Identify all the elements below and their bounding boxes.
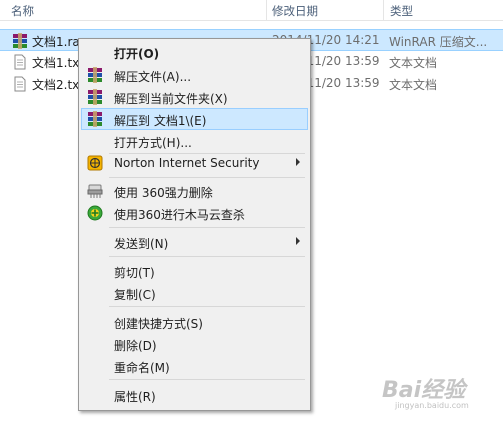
winrar-archive-icon <box>13 33 27 49</box>
menu-item-open-with[interactable]: 打开方式(H)... <box>81 130 308 152</box>
menu-item-label: 解压到当前文件夹(X) <box>114 92 228 106</box>
menu-separator <box>109 256 305 257</box>
column-header-bar: 名称 修改日期 类型 <box>0 0 503 21</box>
menu-item-label: 解压到 文档1\(E) <box>114 114 207 128</box>
menu-item-cut[interactable]: 剪切(T) <box>81 260 308 282</box>
menu-item-extract-files[interactable]: 解压文件(A)... <box>81 64 308 86</box>
menu-item-extract-here[interactable]: 解压到当前文件夹(X) <box>81 86 308 108</box>
menu-separator <box>109 379 305 380</box>
menu-item-label: 删除(D) <box>114 339 157 353</box>
submenu-arrow-icon <box>296 237 300 245</box>
winrar-icon <box>88 111 102 127</box>
menu-separator <box>109 306 305 307</box>
watermark-url: jingyan.baidu.com <box>395 401 469 410</box>
menu-item-label: 使用 360强力删除 <box>114 186 213 200</box>
menu-item-copy[interactable]: 复制(C) <box>81 282 308 304</box>
column-divider[interactable] <box>266 0 267 20</box>
submenu-arrow-icon <box>296 158 300 166</box>
context-menu: 打开(O) 解压文件(A)... 解压到当前文件夹(X) 解压到 文档1\(E)… <box>78 38 311 411</box>
column-divider[interactable] <box>383 0 384 20</box>
menu-item-create-shortcut[interactable]: 创建快捷方式(S) <box>81 311 308 333</box>
menu-item-label: Norton Internet Security <box>114 156 260 170</box>
menu-item-label: 创建快捷方式(S) <box>114 317 203 331</box>
menu-item-properties[interactable]: 属性(R) <box>81 384 308 406</box>
column-name-header[interactable]: 名称 <box>11 3 34 19</box>
menu-item-label: 复制(C) <box>114 288 156 302</box>
menu-item-label: 打开方式(H)... <box>114 136 192 150</box>
menu-item-label: 发送到(N) <box>114 237 169 251</box>
shredder-icon <box>87 184 103 198</box>
menu-item-delete[interactable]: 删除(D) <box>81 333 308 355</box>
menu-item-label: 重命名(M) <box>114 361 170 375</box>
menu-item-label: 打开(O) <box>114 47 160 61</box>
360-security-icon <box>87 205 103 221</box>
menu-item-extract-to-folder[interactable]: 解压到 文档1\(E) <box>81 108 308 130</box>
winrar-icon <box>88 67 102 83</box>
column-date-header[interactable]: 修改日期 <box>272 3 318 19</box>
menu-item-norton[interactable]: Norton Internet Security <box>81 152 308 174</box>
menu-item-label: 属性(R) <box>114 390 156 404</box>
file-type: 文本文档 <box>389 78 438 92</box>
text-file-icon <box>14 76 26 92</box>
file-name: 文档2.txt <box>32 78 84 92</box>
file-type: WinRAR 压缩文... <box>389 35 488 49</box>
menu-item-send-to[interactable]: 发送到(N) <box>81 231 308 253</box>
menu-item-360-trojan-scan[interactable]: 使用360进行木马云查杀 <box>81 202 308 224</box>
norton-icon <box>87 155 103 171</box>
menu-separator <box>109 227 305 228</box>
baidu-jingyan-watermark: Bai经验 <box>382 378 466 403</box>
file-name: 文档1.txt <box>32 56 84 70</box>
menu-item-360-force-delete[interactable]: 使用 360强力删除 <box>81 180 308 202</box>
menu-separator <box>109 177 305 178</box>
file-type: 文本文档 <box>389 56 438 70</box>
column-type-header[interactable]: 类型 <box>390 3 413 19</box>
file-name: 文档1.rar <box>32 35 85 49</box>
menu-item-label: 使用360进行木马云查杀 <box>114 208 245 222</box>
menu-item-label: 剪切(T) <box>114 266 155 280</box>
menu-item-label: 解压文件(A)... <box>114 70 192 84</box>
menu-item-open[interactable]: 打开(O) <box>81 41 308 63</box>
winrar-icon <box>88 89 102 105</box>
menu-item-rename[interactable]: 重命名(M) <box>81 355 308 377</box>
text-file-icon <box>14 54 26 70</box>
